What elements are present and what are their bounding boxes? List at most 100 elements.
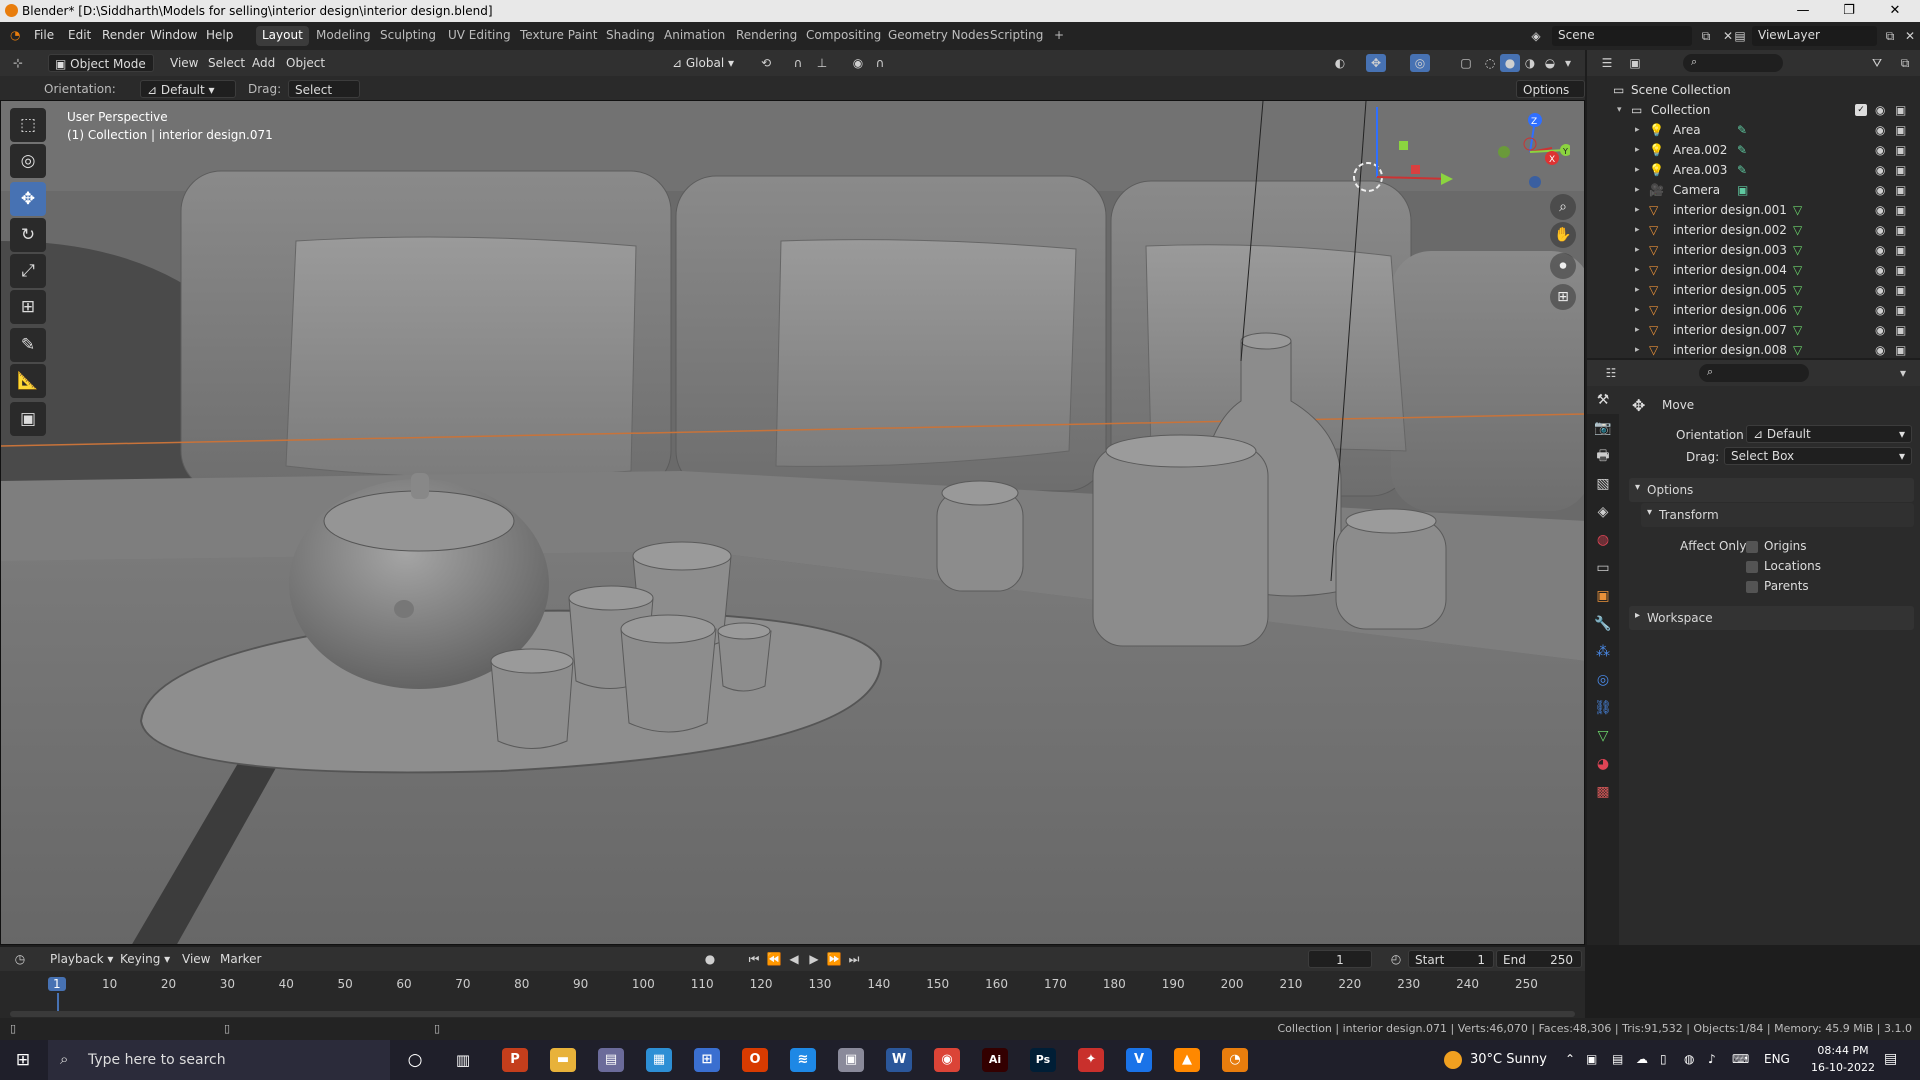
properties-editor-type-icon[interactable]: ☷ — [1601, 364, 1621, 382]
mesh-data-icon[interactable]: ▽ — [1793, 280, 1802, 300]
texture-tab-icon[interactable]: ▩ — [1587, 778, 1619, 806]
render-camera-icon[interactable]: ▣ — [1895, 300, 1906, 320]
visibility-icon[interactable]: ◉ — [1875, 260, 1885, 280]
render-camera-icon[interactable]: ▣ — [1895, 320, 1906, 340]
collection-visibility-icon[interactable]: ◉ — [1875, 100, 1885, 120]
snap-icon[interactable]: ∩ — [788, 54, 808, 72]
add-cube-tool[interactable]: ▣ — [10, 402, 46, 436]
select-box-tool[interactable]: ⬚ — [10, 108, 46, 142]
outliner-item[interactable]: ▸ ▽ interior design.007 ▽ ◉ ▣ — [1587, 320, 1920, 340]
light-data-icon[interactable]: ✎ — [1737, 160, 1747, 180]
clock-time[interactable]: 08:44 PM — [1808, 1044, 1878, 1057]
gizmo-toggle-icon[interactable]: ✥ — [1366, 54, 1386, 72]
solid-shading-icon[interactable]: ● — [1500, 54, 1520, 72]
app-icon-1[interactable]: ▤ — [598, 1048, 624, 1072]
item-expand-icon[interactable]: ▸ — [1635, 120, 1640, 140]
app-icon-4[interactable]: ▣ — [838, 1048, 864, 1072]
mesh-data-icon[interactable]: ▽ — [1793, 220, 1802, 240]
office-icon[interactable]: O — [742, 1048, 768, 1072]
menu-window[interactable]: Window — [150, 28, 197, 42]
item-expand-icon[interactable]: ▸ — [1635, 320, 1640, 340]
tab-layout[interactable]: Layout — [256, 26, 309, 46]
start-frame-field[interactable]: Start 1 — [1408, 950, 1494, 968]
jump-start-icon[interactable]: ⏮ — [744, 950, 764, 968]
rotate-tool[interactable]: ↻ — [10, 218, 46, 252]
item-expand-icon[interactable]: ▸ — [1635, 300, 1640, 320]
chrome-icon[interactable]: ◉ — [934, 1048, 960, 1072]
visibility-icon[interactable]: ◉ — [1875, 120, 1885, 140]
collection-render-icon[interactable]: ▣ — [1895, 100, 1906, 120]
falloff-icon[interactable]: ∩ — [870, 54, 890, 72]
menu-file[interactable]: File — [34, 28, 54, 42]
outliner-search-input[interactable]: ⌕ — [1683, 54, 1783, 72]
keyboard-icon[interactable]: ⌨ — [1732, 1052, 1749, 1066]
volume-icon[interactable]: ♪ — [1708, 1052, 1716, 1066]
new-viewlayer-icon[interactable]: ⧉ — [1880, 27, 1900, 45]
world-tab-icon[interactable]: ◍ — [1587, 526, 1619, 554]
menu-render[interactable]: Render — [102, 28, 145, 42]
visibility-icon[interactable]: ◉ — [1875, 140, 1885, 160]
collection-tab-icon[interactable]: ▭ — [1587, 554, 1619, 582]
prop-orientation-dropdown[interactable]: ⊿ Default ▾ — [1746, 425, 1912, 443]
record-icon[interactable]: ● — [700, 950, 720, 968]
properties-search-input[interactable]: ⌕ — [1699, 364, 1809, 382]
mesh-data-icon[interactable]: ▽ — [1793, 340, 1802, 360]
visibility-icon[interactable]: ◉ — [1875, 320, 1885, 340]
scene-tab-icon[interactable]: ◈ — [1587, 498, 1619, 526]
render-camera-icon[interactable]: ▣ — [1895, 280, 1906, 300]
minimize-button[interactable]: — — [1780, 0, 1826, 22]
pan-icon[interactable]: ✋ — [1550, 222, 1576, 248]
render-camera-icon[interactable]: ▣ — [1895, 180, 1906, 200]
orientation-dropdown[interactable]: ⊿ Default ▾ — [140, 80, 236, 98]
parents-checkbox[interactable]: Parents — [1746, 579, 1809, 593]
render-camera-icon[interactable]: ▣ — [1895, 120, 1906, 140]
navigation-gizmo[interactable]: Z X Y — [1490, 108, 1570, 192]
outliner-item[interactable]: ▸ 🎥 Camera ▣ ◉ ▣ — [1587, 180, 1920, 200]
xray-toggle-icon[interactable]: ▢ — [1456, 54, 1476, 72]
tray-overflow-icon[interactable]: ⌃ — [1565, 1052, 1575, 1066]
outliner-editor-type-icon[interactable]: ☰ — [1597, 54, 1617, 72]
outliner-scene-collection[interactable]: ▭ Scene Collection — [1587, 80, 1920, 100]
mesh-data-icon[interactable]: ▽ — [1793, 240, 1802, 260]
mesh-data-icon[interactable]: ▽ — [1793, 260, 1802, 280]
timeline-scrubber[interactable]: 1 10 20 30 40 50 60 70 80 90 100 110 120 130 140 150 160… — [0, 971, 1585, 1023]
view-layer-tab-icon[interactable]: ▧ — [1587, 470, 1619, 498]
transform-orientation-dropdown[interactable]: ⊿ Global ▾ — [666, 54, 740, 72]
filter-icon[interactable]: ⛛ — [1867, 54, 1887, 72]
tray-icon-4[interactable]: ▯ — [1660, 1052, 1667, 1066]
3d-viewport[interactable] — [0, 100, 1585, 945]
camera-view-icon[interactable]: ⏺ — [1550, 253, 1576, 279]
scale-tool[interactable]: ⤢ — [10, 254, 46, 288]
mesh-data-icon[interactable]: ▽ — [1793, 300, 1802, 320]
visibility-icon[interactable]: ◉ — [1875, 200, 1885, 220]
mesh-data-icon[interactable]: ▽ — [1793, 320, 1802, 340]
modifier-tab-icon[interactable]: 🔧 — [1587, 610, 1619, 638]
item-expand-icon[interactable]: ▸ — [1635, 180, 1640, 200]
item-expand-icon[interactable]: ▸ — [1635, 260, 1640, 280]
item-expand-icon[interactable]: ▸ — [1635, 340, 1640, 360]
visibility-icon[interactable]: ◉ — [1875, 220, 1885, 240]
options-panel-header[interactable]: ▾ Options — [1629, 478, 1914, 502]
current-frame-field[interactable]: 1 — [1308, 950, 1372, 968]
item-expand-icon[interactable]: ▸ — [1635, 140, 1640, 160]
tool-tab-icon[interactable]: ⚒ — [1587, 386, 1619, 414]
restore-button[interactable]: ❐ — [1826, 0, 1872, 22]
word-icon[interactable]: W — [886, 1048, 912, 1072]
zoom-icon[interactable]: ⌕ — [1550, 194, 1576, 220]
item-expand-icon[interactable]: ▸ — [1635, 160, 1640, 180]
outliner-item[interactable]: ▸ ▽ interior design.008 ▽ ◉ ▣ — [1587, 340, 1920, 360]
render-camera-icon[interactable]: ▣ — [1895, 340, 1906, 360]
item-expand-icon[interactable]: ▸ — [1635, 240, 1640, 260]
viewlayer-name-field[interactable]: ViewLayer — [1752, 26, 1877, 46]
menu-help[interactable]: Help — [206, 28, 233, 42]
outliner-item[interactable]: ▸ ▽ interior design.005 ▽ ◉ ▣ — [1587, 280, 1920, 300]
wireframe-shading-icon[interactable]: ◌ — [1480, 54, 1500, 72]
light-data-icon[interactable]: ✎ — [1737, 120, 1747, 140]
play-reverse-icon[interactable]: ◀ — [784, 950, 804, 968]
end-frame-field[interactable]: End 250 — [1496, 950, 1582, 968]
properties-options-icon[interactable]: ▾ — [1893, 364, 1913, 382]
outliner-collection[interactable]: ▾ ▭ Collection ✓ ◉ ▣ — [1587, 100, 1920, 120]
transform-tool[interactable]: ⊞ — [10, 290, 46, 324]
timeline-scrollbar[interactable] — [10, 1011, 1575, 1017]
mode-dropdown[interactable]: ▣ Object Mode ▾ — [48, 54, 154, 89]
